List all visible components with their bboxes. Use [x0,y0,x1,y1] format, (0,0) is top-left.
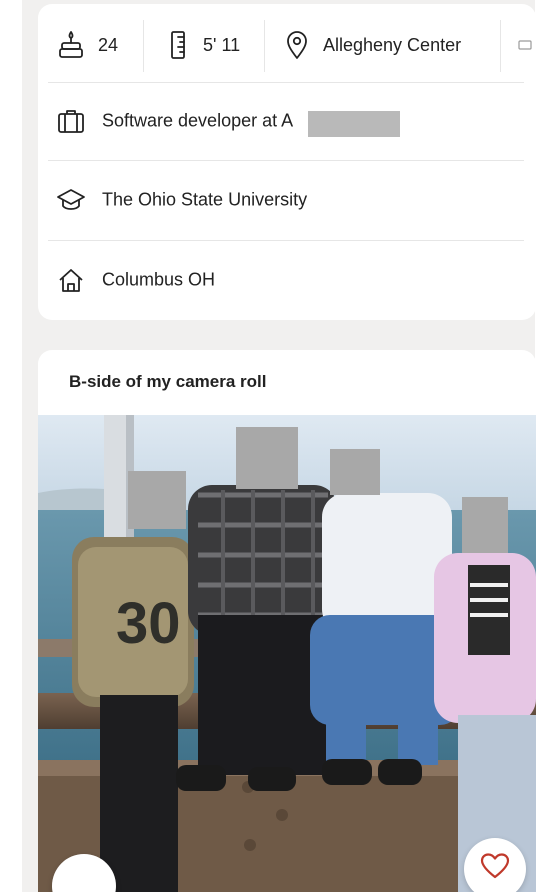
age-value: 24 [98,34,119,55]
stat-divider [143,20,144,72]
ruler-icon [169,30,187,60]
profile-info-card: 24 5' 11 Allegheny Center Software devel… [38,4,536,320]
more-stat-peek [518,4,532,86]
profile-photo[interactable]: 30 [38,415,536,892]
height-value: 5' 11 [203,34,241,55]
like-button[interactable] [464,838,526,892]
briefcase-icon [56,106,86,136]
location-pin-icon [285,30,309,60]
photo-prompt-card: B-side of my camera roll 30 [38,350,536,892]
hometown-label: Columbus OH [102,269,216,290]
heart-icon [480,852,510,880]
school-row: The Ohio State University [38,161,536,239]
hometown-row: Columbus OH [38,241,536,319]
redaction-block [308,111,400,137]
cake-icon [58,30,84,60]
job-row: Software developer at A [38,82,536,160]
home-icon [56,265,86,295]
age-stat: 24 [58,4,118,86]
stat-divider [264,20,265,72]
svg-text:30: 30 [116,591,181,656]
location-stat: Allegheny Center [285,4,461,86]
prompt-title: B-side of my camera roll [69,372,267,391]
stat-divider [500,20,501,72]
height-stat: 5' 11 [169,4,240,86]
graduation-cap-icon [56,185,86,215]
location-value: Allegheny Center [323,34,462,55]
right-margin [535,0,549,892]
school-label: The Ohio State University [102,189,308,210]
profile-stats-row[interactable]: 24 5' 11 Allegheny Center [38,4,536,86]
more-stats-icon [518,39,532,51]
left-margin [0,0,22,892]
job-label: Software developer at A [102,110,294,131]
